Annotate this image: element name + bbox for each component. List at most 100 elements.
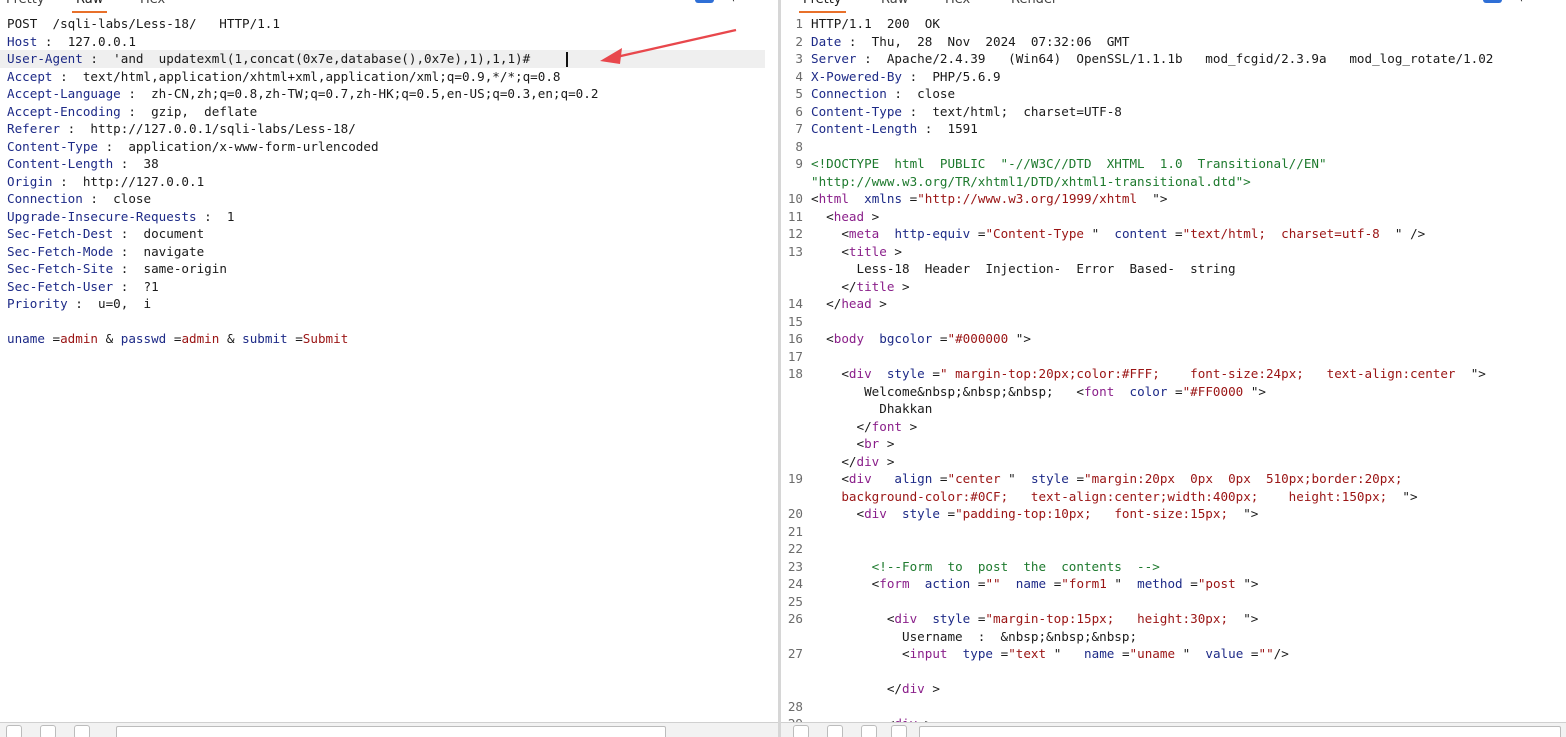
request-tab-tools: ▭ \n ≡ [683, 0, 768, 3]
response-line: 26 <div style ="margin-top:15px; height:… [781, 610, 1566, 628]
line-number: 24 [787, 576, 803, 591]
response-line: 20 <div style ="padding-top:10px; font-s… [781, 505, 1566, 523]
hamburger-menu-icon[interactable]: ≡ [1546, 0, 1556, 3]
response-search-input[interactable] [919, 726, 1561, 737]
forward-icon[interactable] [74, 725, 90, 737]
line-content: <!DOCTYPE html PUBLIC "-//W3C//DTD XHTML… [811, 156, 1327, 171]
line-content: Server : Apache/2.4.39 (Win64) OpenSSL/1… [811, 51, 1494, 66]
line-number: 28 [787, 698, 803, 714]
response-line [781, 663, 1566, 681]
line-number: 25 [787, 593, 803, 609]
line-content: <head > [811, 208, 880, 224]
response-line: 13 <title > [781, 243, 1566, 261]
response-line: 3 Server : Apache/2.4.39 (Win64) OpenSSL/… [781, 50, 1566, 68]
param-name: submit [242, 331, 288, 346]
header-name: Sec-Fetch-User [7, 278, 114, 294]
hamburger-menu-icon[interactable]: ≡ [758, 0, 768, 3]
response-line: <br > [781, 435, 1566, 453]
param-value: admin [60, 331, 99, 346]
response-editor[interactable]: 1 HTTP/1.1 200 OK 2 Date : Thu, 28 Nov 2024… [781, 15, 1566, 723]
response-line: 6 Content-Type : text/html; charset=UTF-8 [781, 103, 1566, 121]
header-value: http://127.0.0.1 [82, 173, 205, 189]
tab-hex[interactable]: Hex [136, 0, 169, 11]
header-name: Accept-Language [7, 86, 121, 101]
response-line: 19 <div align ="center " style ="margin:… [781, 470, 1566, 488]
response-line: 11 <head > [781, 208, 1566, 226]
param-value: admin [181, 331, 220, 346]
line-number: 18 [787, 366, 803, 381]
response-line: 10 <html xmlns ="http://www.w3.org/1999/x… [781, 190, 1566, 208]
header-name: Sec-Fetch-Site [7, 261, 114, 276]
tab-hex[interactable]: Hex [941, 0, 974, 11]
response-line: 16 <body bgcolor ="#000000 "> [781, 330, 1566, 348]
response-line: 28 [781, 698, 1566, 716]
line-content: Content-Length : 1591 [811, 121, 978, 136]
line-content: <div style =" margin-top:20px;color:#FFF… [811, 366, 1486, 381]
tab-render[interactable]: Render [1007, 0, 1061, 11]
param-separator: & [219, 331, 243, 346]
line-number: 8 [795, 138, 803, 154]
line-content: Connection : close [811, 86, 956, 101]
help-icon[interactable] [6, 725, 22, 737]
forward-icon[interactable] [891, 725, 907, 737]
tab-pretty[interactable]: Pretty [2, 0, 49, 11]
header-line: Sec-Fetch-User : ?1 [7, 278, 159, 294]
request-line: POST /sqli-labs/Less-18/ HTTP/1.1 [7, 16, 280, 31]
header-line: Accept-Language : zh-CN,zh;q=0.8,zh-TW;q… [7, 86, 599, 101]
panel-icon[interactable]: ▭ [694, 0, 714, 3]
response-line: 15 [781, 313, 1566, 331]
header-line: Host : 127.0.0.1 [7, 33, 136, 49]
request-view-tabs: Pretty Raw Hex ▭ \n ≡ [0, 0, 778, 13]
response-line: 17 [781, 348, 1566, 366]
line-number: 15 [787, 313, 803, 329]
line-content: X-Powered-By : PHP/5.6.9 [811, 68, 1001, 84]
header-name: Priority [7, 296, 68, 311]
header-name: Host [7, 33, 38, 49]
header-name: Connection [7, 191, 83, 206]
header-value: ?1 [143, 278, 159, 294]
line-content: "http://www.w3.org/TR/xhtml1/DTD/xhtml1-… [811, 173, 1251, 189]
response-line: </div > [781, 680, 1566, 698]
line-number: 4 [795, 68, 803, 84]
line-content: Content-Type : text/html; charset=UTF-8 [811, 103, 1122, 119]
response-line: 21 [781, 523, 1566, 541]
response-line: 8 [781, 138, 1566, 156]
line-content: </font > [811, 418, 918, 434]
tab-raw[interactable]: Raw [72, 0, 108, 13]
request-search-input[interactable] [116, 726, 666, 737]
newline-icon[interactable]: \n [1518, 0, 1530, 3]
response-line: 14 </head > [781, 295, 1566, 313]
line-number: 2 [795, 33, 803, 49]
header-line: Sec-Fetch-Dest : document [7, 226, 205, 241]
header-line: User-Agent : 'and updatexml(1,concat(0x7… [0, 50, 765, 68]
tab-pretty[interactable]: Pretty [799, 0, 846, 13]
line-content: <div style ="margin-top:15px; height:30p… [811, 611, 1259, 626]
response-line: 24 <form action ="" name ="form1 " metho… [781, 575, 1566, 593]
line-content: </title > [811, 278, 910, 294]
line-number: 14 [787, 296, 803, 311]
response-line: 1 HTTP/1.1 200 OK [781, 15, 1566, 33]
line-content: </head > [811, 296, 887, 311]
panel-icon[interactable]: ▭ [1482, 0, 1502, 3]
line-content: <title > [811, 243, 903, 259]
line-content: <html xmlns ="http://www.w3.org/1999/xht… [811, 191, 1168, 206]
response-line: Dhakkan [781, 400, 1566, 418]
header-line: Origin : http://127.0.0.1 [7, 173, 205, 189]
header-value: document [143, 226, 205, 241]
header-name: Upgrade-Insecure-Requests [7, 208, 197, 224]
response-line: Welcome&nbsp;&nbsp;&nbsp; <font color ="… [781, 383, 1566, 401]
param-name: passwd [120, 331, 167, 346]
back-icon[interactable] [861, 725, 877, 737]
back-icon[interactable] [40, 725, 56, 737]
line-number: 13 [787, 243, 803, 259]
newline-icon[interactable]: \n [730, 0, 742, 3]
header-name: Referer [7, 121, 61, 136]
line-number: 10 [787, 191, 803, 206]
request-editor[interactable]: POST /sqli-labs/Less-18/ HTTP/1.1 Host : … [0, 15, 778, 723]
help-icon[interactable] [793, 725, 809, 737]
tab-raw[interactable]: Raw [877, 0, 912, 11]
settings-icon[interactable] [827, 725, 843, 737]
response-search-bar [781, 722, 1566, 737]
response-line: 23 <!--Form to post the contents --> [781, 558, 1566, 576]
